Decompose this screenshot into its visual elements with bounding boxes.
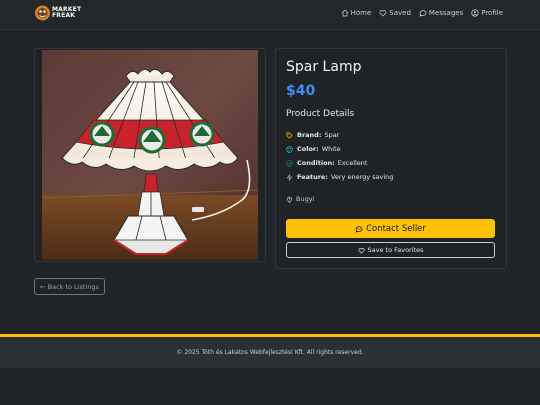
spec-color-key: Color: [297,145,319,153]
product-image-card [34,48,266,262]
spec-color: Color: White [286,142,393,156]
contact-seller-label: Contact Seller [366,223,426,234]
spec-feature: Feature: Very energy saving [286,170,393,184]
nav-profile-link[interactable]: Profile [471,9,503,17]
nav-profile-label: Profile [481,9,503,17]
spec-brand-value: Spar [324,131,340,139]
logo-icon [35,5,50,21]
spec-brand: Brand: Spar [286,128,393,142]
spec-feature-key: Feature: [297,173,328,181]
spec-brand-key: Brand: [297,131,322,139]
brand-logo[interactable]: MARKET FREAK [34,4,82,24]
nav-links: Home Saved Messages Profile [341,9,503,17]
save-to-favorites-button[interactable]: Save to Favorites [286,242,495,258]
product-details-card: Spar Lamp $40 Product Details Brand: Spa… [275,48,507,269]
tag-icon [286,132,293,139]
details-heading: Product Details [286,109,355,119]
product-title: Spar Lamp [286,59,362,75]
chat-icon [419,10,427,17]
spec-feature-value: Very energy saving [330,173,394,181]
save-to-favorites-label: Save to Favorites [367,246,424,254]
spec-condition-value: Excellent [337,159,368,167]
nav-home-label: Home [350,9,372,17]
footer-copyright: © 2025 Tóth és Lakatos Webfejlesztési Kf… [176,349,364,356]
logo-text: MARKET FREAK [52,6,82,19]
spec-list: Brand: Spar Color: White Condition: Exce… [286,128,393,184]
nav-messages-link[interactable]: Messages [419,9,463,17]
nav-saved-link[interactable]: Saved [379,9,411,17]
spec-condition-key: Condition: [297,159,335,167]
spec-condition: Condition: Excellent [286,156,393,170]
spec-color-value: White [321,145,341,153]
palette-icon [286,145,293,153]
nav-saved-label: Saved [389,9,411,17]
footer: © 2025 Tóth és Lakatos Webfejlesztési Kf… [0,337,540,368]
heart-icon [357,247,365,254]
chat-icon [355,225,363,233]
location-text: Bugyi [296,195,315,203]
location-pin-icon [287,196,292,203]
product-price: $40 [286,83,316,99]
back-to-listings-button[interactable]: ← Back to Listings [34,278,105,295]
nav-home-link[interactable]: Home [341,9,372,17]
user-icon [471,9,479,17]
contact-seller-button[interactable]: Contact Seller [286,219,495,238]
product-photo[interactable] [42,50,258,260]
check-circle-icon [286,159,293,167]
product-location: Bugyi [286,195,314,203]
top-navbar: MARKET FREAK Home Saved Messages Profile [0,0,540,30]
lightning-icon [286,173,293,181]
heart-icon [379,10,387,17]
home-icon [341,9,348,17]
nav-messages-label: Messages [428,9,464,17]
back-to-listings-label: ← Back to Listings [40,282,99,291]
